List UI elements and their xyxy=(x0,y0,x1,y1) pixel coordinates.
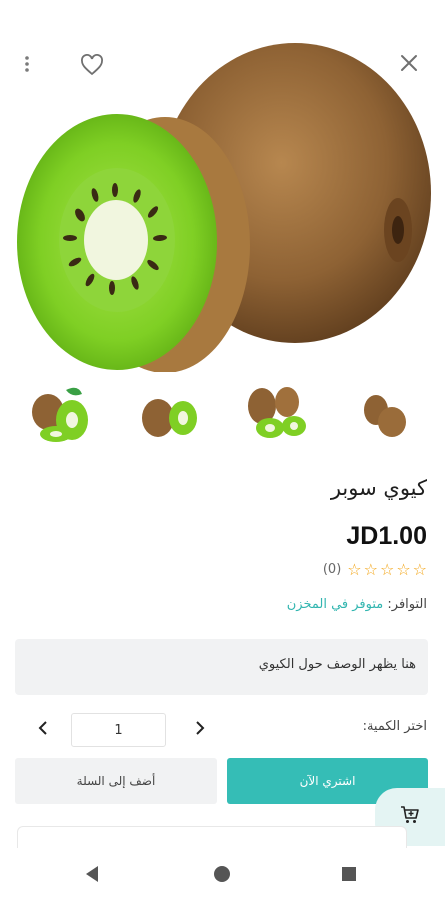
star-icon: ☆ xyxy=(396,560,411,579)
kiwi-thumbnail-1[interactable] xyxy=(26,380,96,450)
kiwi-thumbnail-3[interactable] xyxy=(242,380,312,450)
star-icon: ☆ xyxy=(379,560,395,579)
close-icon[interactable] xyxy=(400,54,426,80)
product-price: JD1.00 xyxy=(346,522,427,550)
availability: التوافر: متوفر في المخزن xyxy=(287,597,427,612)
home-circle-icon[interactable] xyxy=(210,862,234,886)
description-box: هنا يظهر الوصف حول الكيوي xyxy=(15,639,428,695)
quantity-label: اختر الكمية: xyxy=(362,719,427,734)
kiwi-thumbnail-4[interactable] xyxy=(352,380,422,450)
availability-value: متوفر في المخزن xyxy=(286,597,384,612)
back-triangle-icon[interactable] xyxy=(80,862,104,886)
review-count: (0) xyxy=(322,562,342,577)
quantity-input[interactable] xyxy=(71,713,166,747)
kiwi-thumbnail-2[interactable] xyxy=(136,380,206,450)
star-icon: ☆ xyxy=(412,560,427,579)
recent-square-icon[interactable] xyxy=(337,862,361,886)
kiwi-main-image xyxy=(17,43,431,372)
description-text: هنا يظهر الوصف حول الكيوي xyxy=(258,657,416,672)
star-icon: ☆ xyxy=(363,560,378,579)
chevron-right-icon[interactable] xyxy=(188,715,212,741)
rating-row: (0) ☆ ☆ ☆ ☆ ☆ xyxy=(323,560,427,579)
add-to-cart-button[interactable]: أضف إلى السلة xyxy=(15,758,217,804)
more-vertical-icon[interactable] xyxy=(24,55,46,79)
system-nav-bar xyxy=(0,848,445,900)
chevron-left-icon[interactable] xyxy=(31,715,55,741)
heart-icon[interactable] xyxy=(80,54,108,80)
product-title: كيوي سوبر xyxy=(330,476,427,500)
product-image xyxy=(0,0,445,372)
rating-stars[interactable]: ☆ ☆ ☆ ☆ ☆ xyxy=(347,560,427,579)
star-icon: ☆ xyxy=(347,560,362,579)
thumbnail-strip xyxy=(0,380,445,452)
availability-label: التوافر: xyxy=(387,597,427,612)
